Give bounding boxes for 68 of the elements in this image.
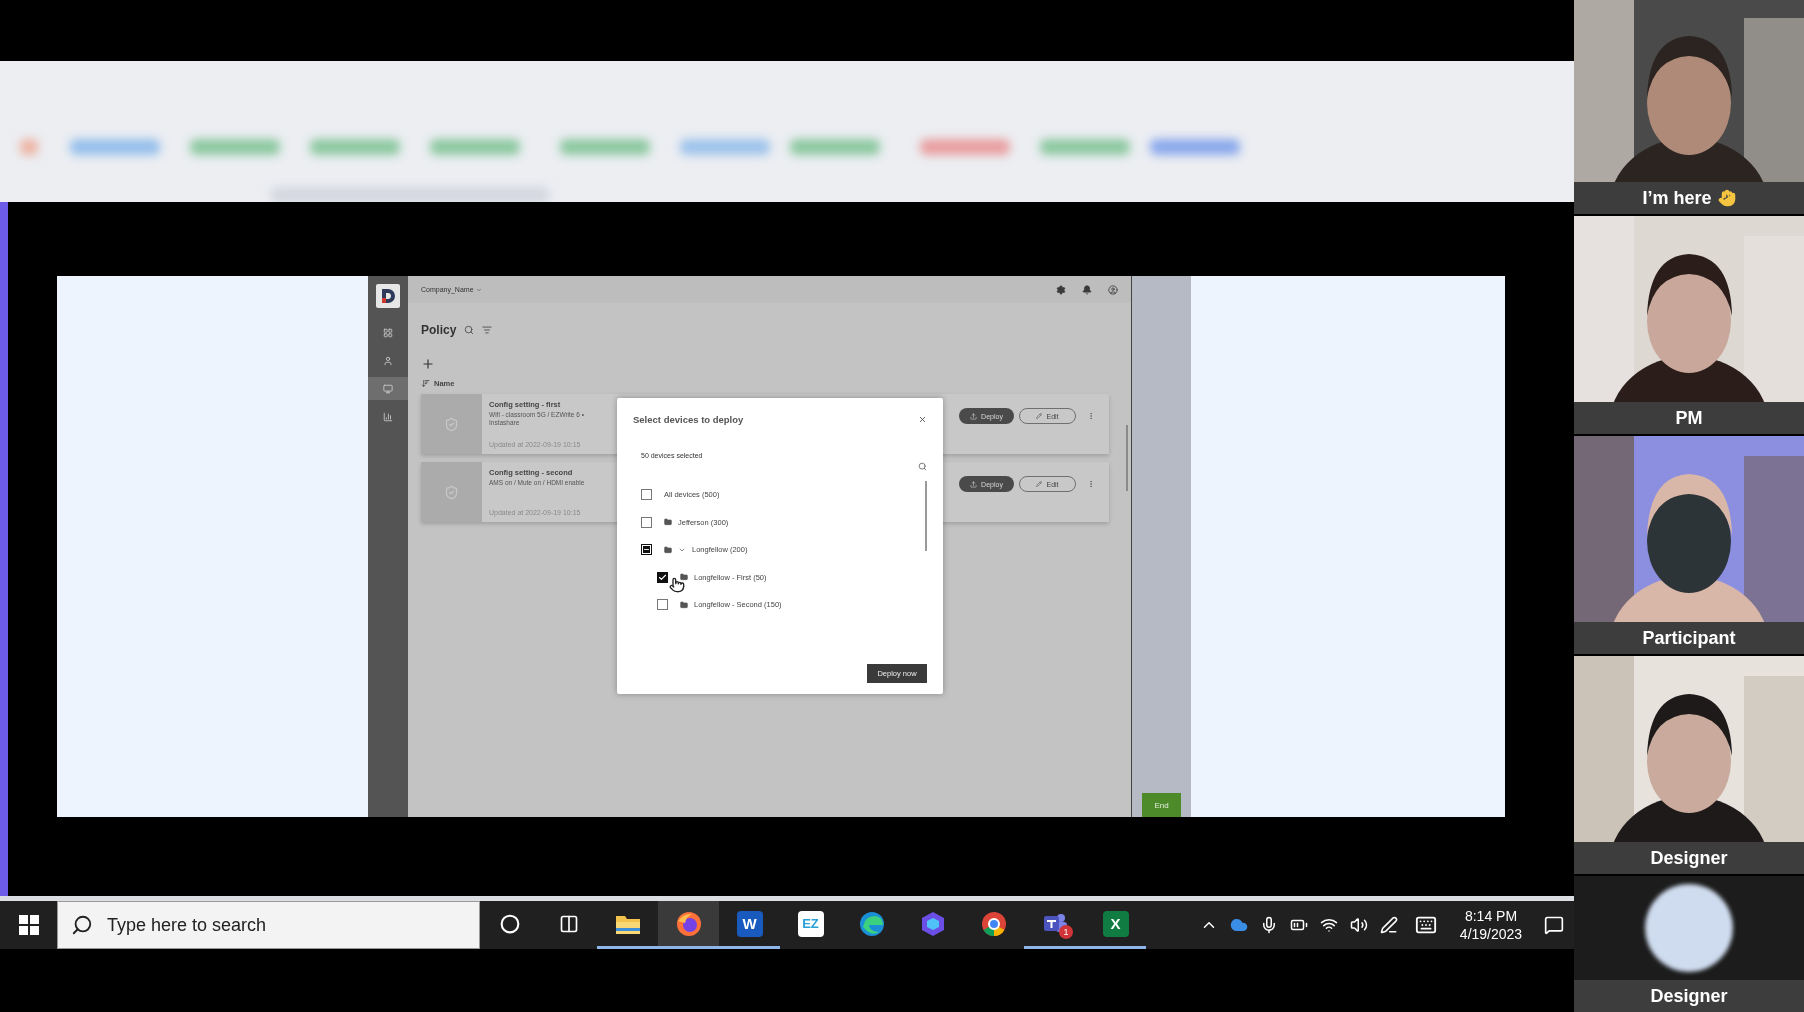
wifi-icon[interactable] xyxy=(1320,916,1338,934)
pencil-icon xyxy=(1036,481,1043,487)
browser-icon xyxy=(980,910,1007,937)
users-icon xyxy=(383,355,393,366)
keyboard-icon[interactable] xyxy=(1415,914,1437,936)
notification-icon[interactable] xyxy=(1544,915,1564,935)
chevron-icon xyxy=(475,286,482,293)
browser-icon xyxy=(858,910,885,937)
search-icon xyxy=(71,914,93,936)
sort-icon[interactable] xyxy=(421,378,430,388)
check-icon xyxy=(658,572,667,582)
notification-badge: 1 xyxy=(1059,925,1073,939)
folder-icon xyxy=(680,573,688,582)
pen-icon[interactable] xyxy=(1380,916,1398,934)
participant-name: Designer xyxy=(1650,985,1728,1007)
search-icon[interactable] xyxy=(918,462,927,471)
circle-icon[interactable] xyxy=(500,913,520,934)
search-field[interactable]: Type here to search xyxy=(57,901,480,949)
browser-icon xyxy=(675,910,702,937)
checkbox[interactable] xyxy=(641,489,652,501)
logo xyxy=(376,284,400,308)
search-icon[interactable] xyxy=(464,325,475,335)
dialog-title: Select devices to deploy xyxy=(633,413,744,425)
folder-icon xyxy=(680,600,688,609)
taskbar-app-button[interactable]: W xyxy=(719,901,780,949)
shield-icon xyxy=(444,416,459,432)
volume-icon[interactable] xyxy=(1350,916,1368,934)
checkbox[interactable] xyxy=(657,599,668,611)
devices-icon xyxy=(383,383,393,394)
folder-icon xyxy=(664,545,672,554)
pencil-icon xyxy=(1036,413,1043,419)
checkbox[interactable] xyxy=(657,571,668,583)
taskbar-app-button[interactable]: X xyxy=(1085,901,1146,949)
upload-icon xyxy=(970,412,978,420)
participant-name: Designer xyxy=(1650,847,1728,869)
clock-date[interactable]: 4/19/2023 xyxy=(1459,926,1523,942)
taskbar-app-button[interactable]: 1 xyxy=(1024,901,1085,949)
spreadsheet-app-icon: X xyxy=(1102,910,1129,937)
participant-name: I’m here xyxy=(1642,187,1712,209)
microphone-icon[interactable] xyxy=(1260,916,1278,934)
folder-icon xyxy=(664,518,672,527)
more-icon[interactable] xyxy=(1087,412,1095,420)
checkbox[interactable] xyxy=(641,516,652,528)
settings-icon[interactable] xyxy=(1056,284,1066,295)
add-icon[interactable] xyxy=(421,357,435,371)
clock-time[interactable]: 8:14 PM xyxy=(1464,908,1518,924)
more-icon[interactable] xyxy=(1087,480,1095,488)
close-icon[interactable] xyxy=(918,414,927,424)
windows-icon xyxy=(18,915,39,935)
shield-icon xyxy=(444,484,459,500)
participant-name: Participant xyxy=(1642,627,1736,649)
cloud-icon[interactable] xyxy=(1230,916,1248,934)
scrollbar[interactable] xyxy=(925,481,927,551)
app-icon: EZ xyxy=(797,910,824,937)
taskbar-app-button[interactable] xyxy=(658,901,719,949)
upload-icon xyxy=(970,480,978,488)
scrollbar[interactable] xyxy=(1126,425,1128,491)
bell-icon[interactable] xyxy=(1082,284,1092,295)
page-title: Policy xyxy=(421,323,457,337)
end-button[interactable]: End xyxy=(1142,793,1181,817)
dashboard-icon xyxy=(383,327,393,338)
account-icon[interactable] xyxy=(1108,284,1118,295)
app-icon xyxy=(919,910,946,937)
reports-icon xyxy=(383,411,393,422)
document-app-icon: W xyxy=(736,910,763,937)
hand-cursor-icon xyxy=(669,577,685,593)
task-view-icon[interactable] xyxy=(558,913,579,934)
participant-name: PM xyxy=(1675,407,1703,429)
